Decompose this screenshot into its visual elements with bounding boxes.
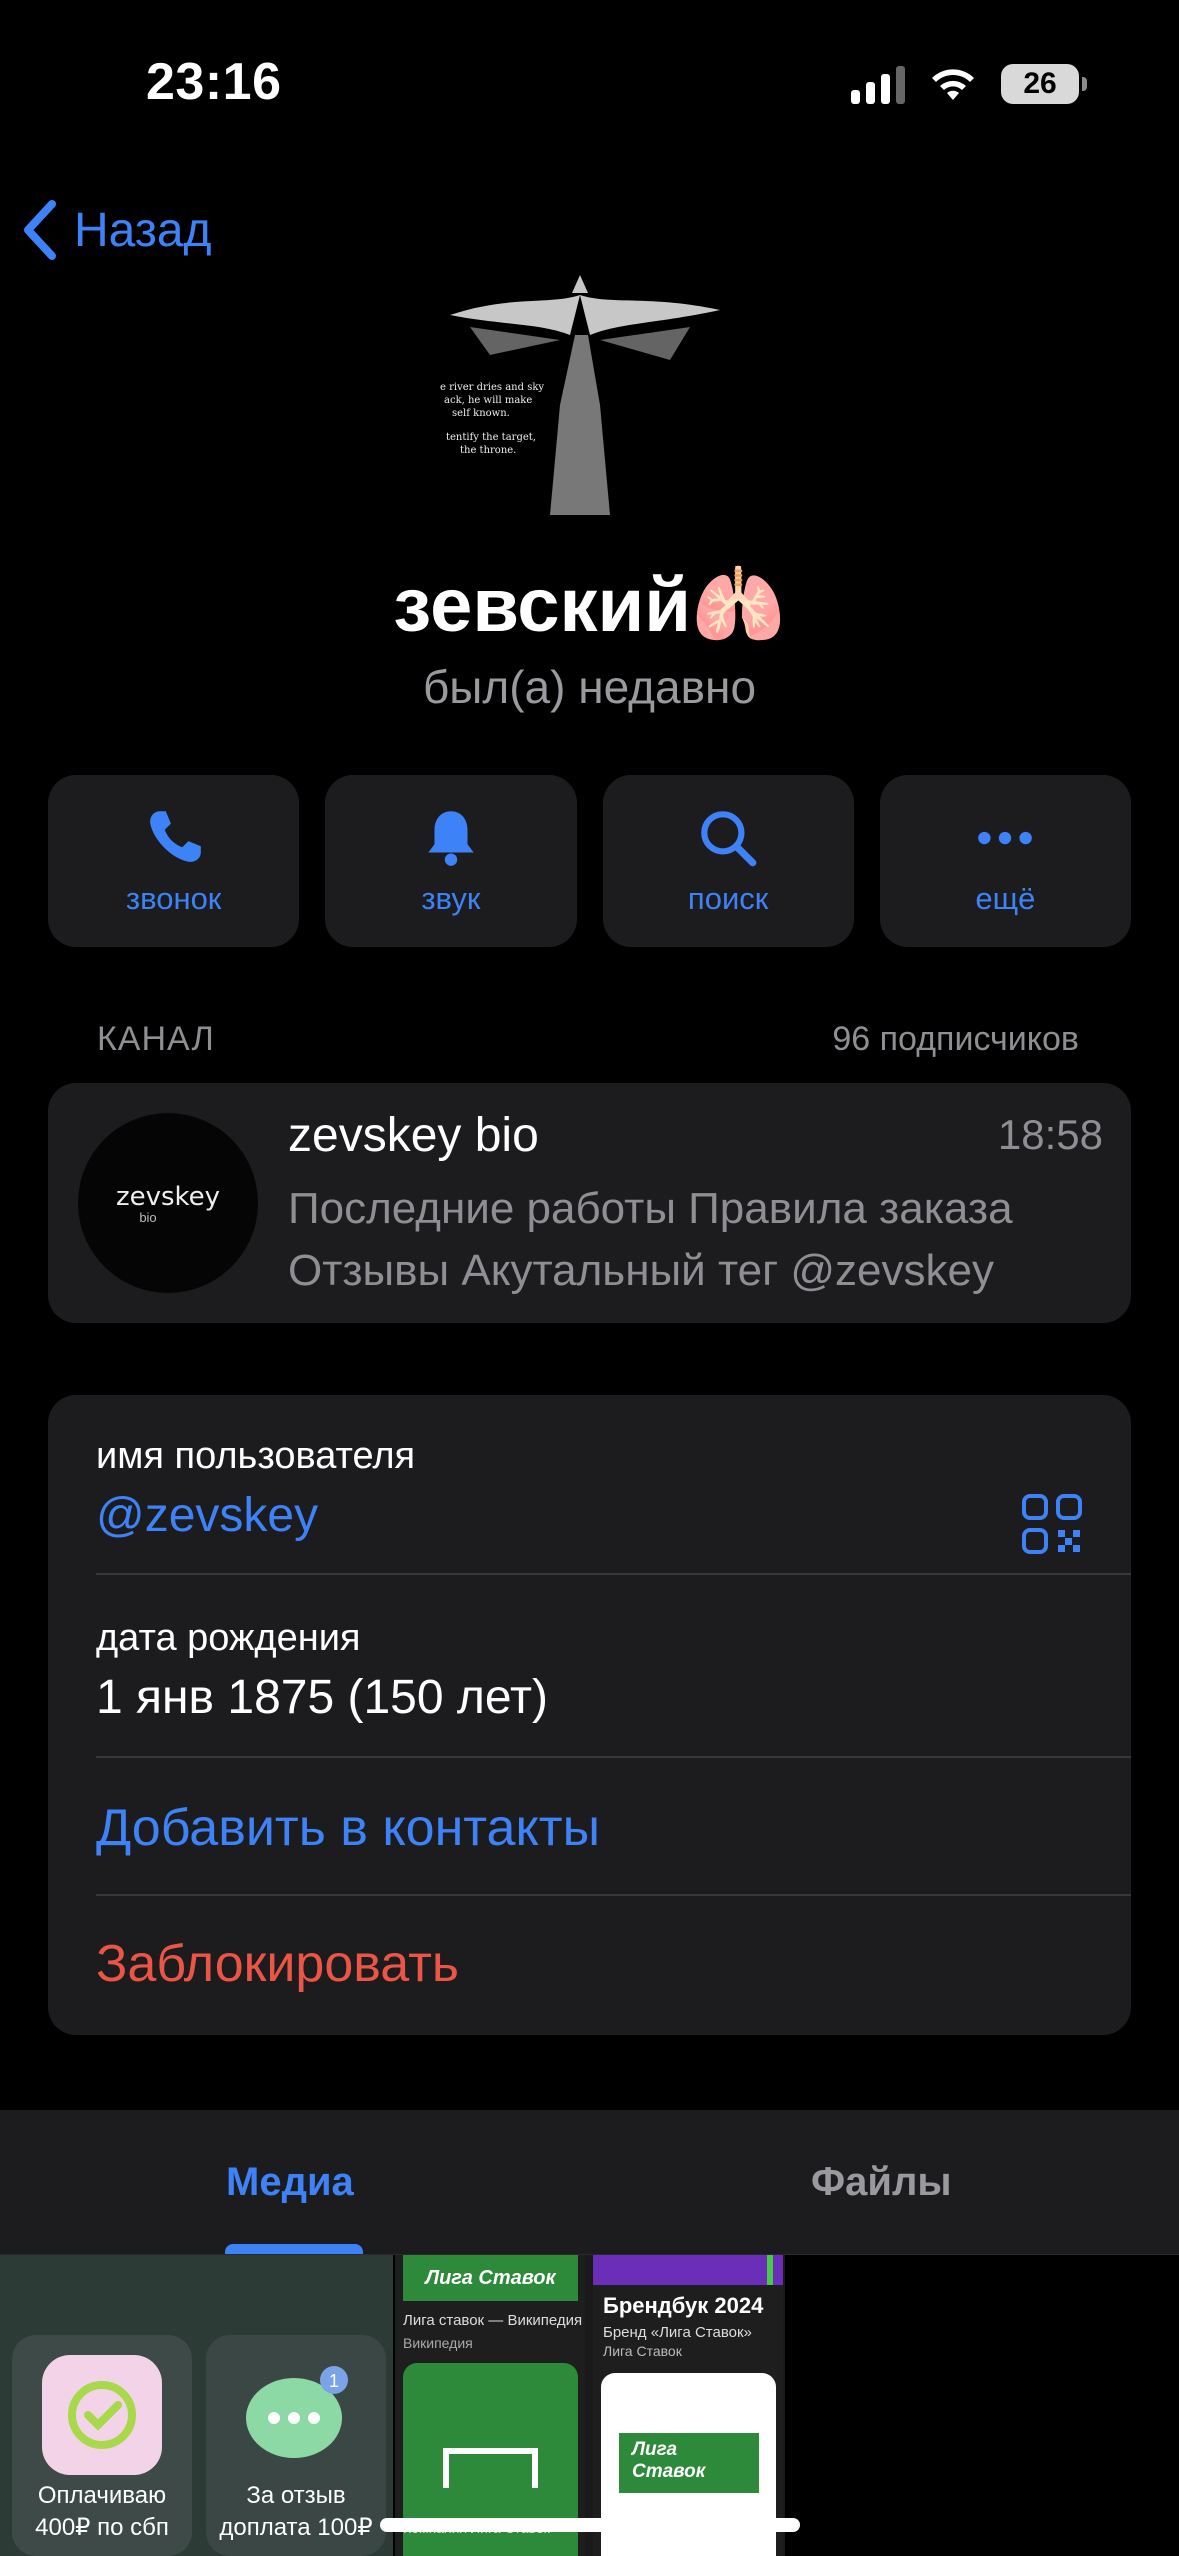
profile-name: зевский🫁 <box>393 563 786 648</box>
tab-indicator <box>225 2244 363 2254</box>
brand-source: Лига Ставок <box>603 2343 682 2359</box>
status-icons: 26 <box>851 64 1087 104</box>
chevron-left-icon <box>24 200 56 260</box>
liga-logo-text: Лига Ставок <box>624 2432 754 2489</box>
bell-icon <box>428 811 474 866</box>
info-card: имя пользователя @zevskey дата рождения … <box>48 1395 1131 2035</box>
brand-subtitle: Бренд «Лига Ставок» <box>603 2324 752 2341</box>
battery-indicator: 26 <box>1001 64 1087 104</box>
media-item[interactable]: Оплачиваю 400₽ по сбп 1 За отзыв доплата… <box>0 2255 393 2556</box>
channel-card[interactable]: zevskey bio zevskey bio 18:58 Последние … <box>48 1083 1131 1323</box>
brand-column: Брендбук 2024 Бренд «Лига Ставок» Лига С… <box>593 2255 783 2556</box>
media-caption-2: За отзыв доплата 100₽ <box>219 2482 373 2541</box>
brand-banner <box>593 2255 783 2285</box>
channel-time: 18:58 <box>997 1111 1103 1158</box>
more-label: ещё <box>975 881 1036 916</box>
channel-section-label: КАНАЛ <box>97 1020 215 1058</box>
media-empty-slot <box>787 2255 1179 2556</box>
add-contact-button[interactable]: Добавить в контакты <box>96 1758 1131 1896</box>
avatar-text-5: the throne. <box>460 445 516 456</box>
more-button[interactable]: ещё <box>879 775 1131 947</box>
message-bubble-icon: 1 <box>246 2366 348 2458</box>
media-tab-bar: Медиа Файлы <box>0 2110 1179 2255</box>
qr-code-icon[interactable] <box>1021 1493 1083 1555</box>
more-icon <box>978 831 1033 845</box>
status-time: 23:16 <box>146 53 282 111</box>
status-bar: 23:16 26 <box>0 0 1179 170</box>
birthday-value: 1 янв 1875 (150 лет) <box>96 1671 548 1724</box>
block-button[interactable]: Заблокировать <box>96 1896 1131 2035</box>
channel-subscribers: 96 подписчиков <box>832 1020 1079 1058</box>
avatar-text-4: tentify the target, <box>446 432 536 443</box>
avatar-text-3: self known. <box>452 408 510 419</box>
search-button[interactable]: поиск <box>602 775 854 947</box>
liga-logo-mark: Лига Ставок <box>619 2432 759 2493</box>
call-button[interactable]: звонок <box>48 775 300 947</box>
profile-actions: звонок звук поиск ещё <box>48 775 1131 947</box>
back-label: Назад <box>74 203 212 257</box>
sound-label: звук <box>421 881 481 916</box>
username-row[interactable]: имя пользователя @zevskey <box>96 1435 1131 1575</box>
birthday-row: дата рождения 1 янв 1875 (150 лет) <box>96 1575 1131 1758</box>
media-app-card: Оплачиваю 400₽ по сбп <box>12 2335 192 2556</box>
goal-icon <box>443 2448 538 2488</box>
liga-wiki-title: Лига ставок — Википедия <box>403 2312 583 2329</box>
avatar-text-2: ack, he will make <box>444 395 532 406</box>
media-caption-1: Оплачиваю 400₽ по сбп <box>35 2482 169 2541</box>
channel-preview: Последние работы Правила заказа Отзывы А… <box>288 1178 1108 1302</box>
home-indicator[interactable] <box>380 2518 800 2532</box>
battery-level: 26 <box>1023 67 1057 100</box>
media-grid: Оплачиваю 400₽ по сбп 1 За отзыв доплата… <box>0 2255 1179 2556</box>
avatar-image: e river dries and sky ack, he will make … <box>440 275 720 515</box>
liga-wiki-source: Википедия <box>403 2335 473 2351</box>
channel-avatar-text: zevskey <box>115 1181 221 1212</box>
phone-icon <box>149 811 201 862</box>
profile-status: был(а) недавно <box>422 661 757 713</box>
channel-preview-line-1: Последние работы Правила заказа <box>288 1184 1013 1233</box>
media-item[interactable]: Лига Ставок Лига ставок — Википедия Вики… <box>395 2255 785 2556</box>
call-label: звонок <box>125 881 222 916</box>
tab-files[interactable]: Файлы <box>811 2160 952 2205</box>
sound-button[interactable]: звук <box>325 775 577 947</box>
avatar-text-1: e river dries and sky <box>440 382 544 393</box>
username-label: имя пользователя <box>96 1435 416 1477</box>
birthday-label: дата рождения <box>96 1617 361 1659</box>
brand-title: Брендбук 2024 <box>603 2293 764 2318</box>
username-value[interactable]: @zevskey <box>96 1488 1131 1543</box>
tab-media[interactable]: Медиа <box>226 2160 354 2205</box>
badge-count: 1 <box>329 2371 339 2391</box>
wifi-icon <box>932 69 974 100</box>
channel-preview-line-2: Отзывы Акутальный тег @zevskey <box>288 1246 994 1295</box>
search-icon <box>701 811 757 867</box>
payment-app-icon <box>42 2355 162 2475</box>
profile-avatar[interactable]: e river dries and sky ack, he will make … <box>430 265 730 535</box>
liga-logo: Лига Ставок <box>403 2255 578 2301</box>
channel-avatar: zevskey bio <box>78 1113 258 1293</box>
liga-column: Лига Ставок Лига ставок — Википедия Вики… <box>395 2255 585 2556</box>
channel-avatar-sub: bio <box>139 1209 157 1225</box>
back-button[interactable]: Назад <box>18 190 212 270</box>
channel-title: zevskey bio <box>288 1109 539 1162</box>
cellular-signal-icon <box>851 64 905 104</box>
search-label: поиск <box>687 881 769 916</box>
media-app-card: 1 За отзыв доплата 100₽ <box>206 2335 386 2556</box>
